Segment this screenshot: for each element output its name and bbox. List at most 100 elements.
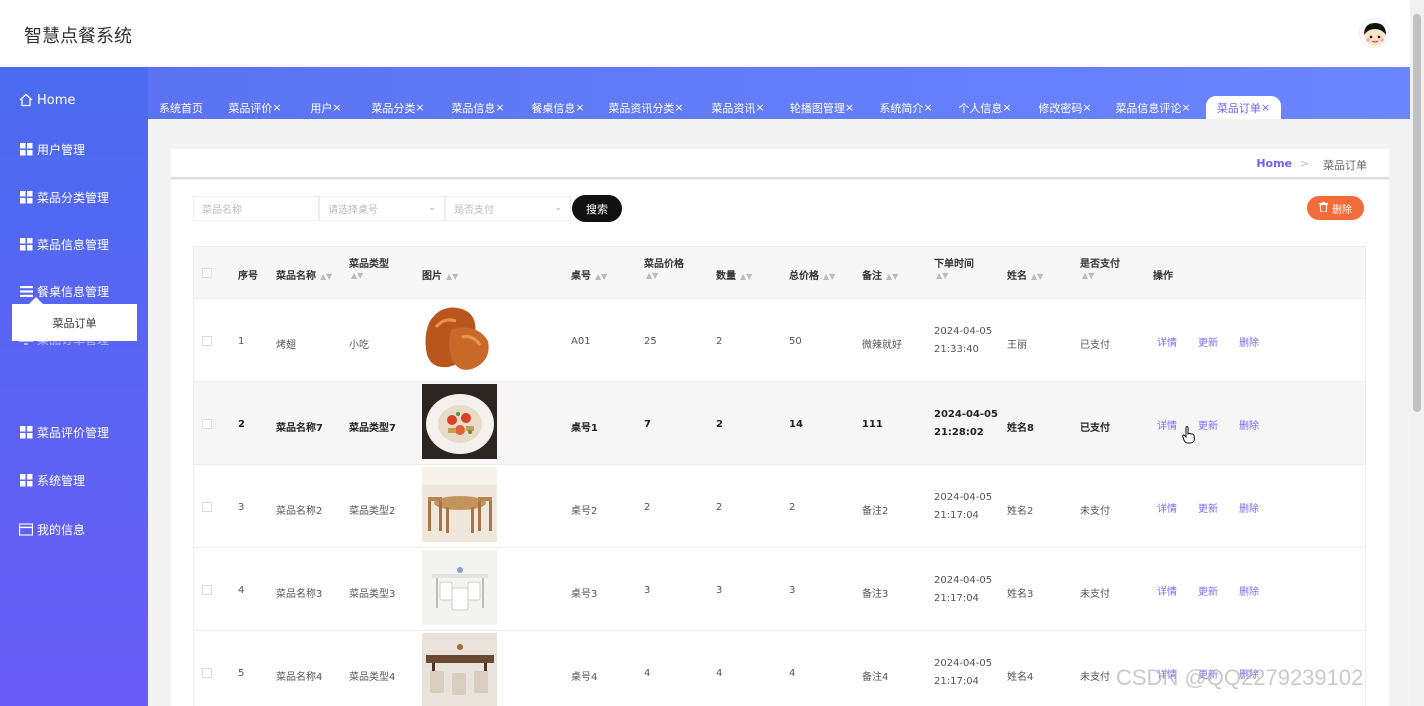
column-header[interactable]: 菜品价格 ▲▼ [644,255,684,281]
breadcrumb: Home > 菜品订单 [171,149,1389,179]
close-icon[interactable]: × [332,101,341,114]
column-header[interactable]: 图片 ▲▼ [422,267,458,282]
table-row[interactable]: 2 菜品名称7 菜品类型7 桌号1 7 2 14 111 2024-04-05 … [194,381,1365,464]
tab-dish-order[interactable]: 菜品订单 × [1206,96,1281,119]
detail-link[interactable]: 详情 [1157,417,1177,432]
bulk-delete-button[interactable]: 删除 [1307,196,1364,220]
select-all-checkbox[interactable] [202,268,212,278]
sidebar-item-table-info[interactable]: 餐桌信息管理 [0,275,148,307]
close-icon[interactable]: × [272,101,281,114]
row-checkbox[interactable] [202,336,212,346]
update-link[interactable]: 更新 [1198,334,1218,349]
column-header[interactable]: 菜品类型 ▲▼ [349,255,389,281]
grid-icon [19,142,33,156]
note: 备注2 [862,506,889,517]
breadcrumb-home[interactable]: Home [1256,157,1292,170]
column-header[interactable]: 下单时间 ▲▼ [934,255,974,281]
table-row[interactable]: 3 菜品名称2 菜品类型2 桌号2 2 2 2 备注2 2024-04-05 2… [194,464,1365,547]
delete-link[interactable]: 删除 [1239,583,1259,598]
sidebar-item-dish-category[interactable]: 菜品分类管理 [0,181,148,213]
close-icon[interactable]: × [923,101,932,114]
row-checkbox[interactable] [202,419,212,429]
table-number: 桌号1 [571,423,598,434]
column-header[interactable]: 数量 ▲▼ [716,267,752,282]
dish-image [422,467,497,542]
search-button[interactable]: 搜索 [572,195,622,222]
tab-dish-info[interactable]: 菜品信息 × [447,96,509,119]
close-icon[interactable]: × [495,101,504,114]
tab-dish-comment[interactable]: 菜品信息评论 × [1115,96,1191,119]
sidebar-item-dish-review[interactable]: 菜品评价管理 [0,416,148,448]
total-price: 3 [789,585,796,596]
page-scrollbar[interactable] [1410,0,1424,706]
tab-system-intro[interactable]: 系统简介 × [877,96,935,119]
scrollbar-thumb[interactable] [1413,14,1421,412]
table-row[interactable]: 4 菜品名称3 菜品类型3 桌号3 3 3 3 备注3 2024-04-05 2… [194,547,1365,630]
grid-icon [19,237,33,251]
order-date: 2024-04-05 [934,658,993,669]
total-price: 50 [789,336,802,347]
table-number: 桌号2 [571,506,598,517]
column-header[interactable]: 桌号 ▲▼ [571,267,607,282]
delete-link[interactable]: 删除 [1239,417,1259,432]
close-icon[interactable]: × [1002,101,1011,114]
row-checkbox[interactable] [202,502,212,512]
close-icon[interactable]: × [415,101,424,114]
update-link[interactable]: 更新 [1198,417,1218,432]
tab-news[interactable]: 菜品资讯 × [707,96,769,119]
detail-link[interactable]: 详情 [1157,334,1177,349]
dish-name: 菜品名称4 [276,672,323,683]
sidebar-item-home[interactable]: Home [0,84,148,116]
dish-name-input[interactable]: 菜品名称 [193,196,319,221]
close-icon[interactable]: × [1181,101,1190,114]
sidebar-item-system[interactable]: 系统管理 [0,464,148,496]
tab-carousel[interactable]: 轮播图管理 × [787,96,857,119]
update-link[interactable]: 更新 [1198,583,1218,598]
table-number-select[interactable]: 请选择桌号 ⌄ [319,196,445,221]
dish-price: 7 [644,419,651,430]
close-icon[interactable]: × [674,101,683,114]
sidebar-item-label: 用户管理 [37,142,86,157]
order-time: 21:33:40 [934,344,979,355]
avatar[interactable] [1359,18,1389,48]
column-header[interactable]: 备注 ▲▼ [862,267,898,282]
paid-status-select[interactable]: 是否支付 ⌄ [445,196,571,221]
tab-news-category[interactable]: 菜品资讯分类 × [607,96,685,119]
detail-link[interactable]: 详情 [1157,500,1177,515]
row-checkbox[interactable] [202,668,212,678]
detail-link[interactable]: 详情 [1157,583,1177,598]
tab-dish-category[interactable]: 菜品分类 × [367,96,429,119]
delete-link[interactable]: 删除 [1239,334,1259,349]
tab-change-password[interactable]: 修改密码 × [1036,96,1094,119]
tab-home[interactable]: 系统首页 [150,96,212,119]
hand-cursor-icon [1182,426,1196,447]
close-icon[interactable]: × [755,101,764,114]
tab-personal-info[interactable]: 个人信息 × [956,96,1014,119]
tab-dish-review[interactable]: 菜品评价 × [224,96,286,119]
order-date: 2024-04-05 [934,326,993,337]
breadcrumb-current: 菜品订单 [1323,159,1367,172]
sidebar-item-dish-info[interactable]: 菜品信息管理 [0,228,148,260]
tab-user[interactable]: 用户 × [307,96,345,119]
total-price: 14 [789,419,803,430]
paid-status: 已支付 [1080,423,1110,434]
column-header[interactable]: 是否支付 ▲▼ [1080,255,1120,281]
sidebar-subitem-dish-order[interactable]: 菜品订单 [12,304,137,341]
sidebar-item-label: 菜品分类管理 [37,190,110,205]
row-checkbox[interactable] [202,585,212,595]
tab-table-info[interactable]: 餐桌信息 × [527,96,589,119]
paid-status: 未支付 [1080,589,1110,600]
note: 111 [862,419,883,430]
close-icon[interactable]: × [575,101,584,114]
sidebar-item-user-management[interactable]: 用户管理 [0,133,148,165]
sidebar-item-my-info[interactable]: 我的信息 [0,513,148,545]
update-link[interactable]: 更新 [1198,500,1218,515]
close-icon[interactable]: × [845,101,854,114]
close-icon[interactable]: × [1082,101,1091,114]
close-icon[interactable]: × [1261,101,1270,114]
column-header[interactable]: 总价格 ▲▼ [789,267,835,282]
column-header[interactable]: 姓名 ▲▼ [1007,267,1043,282]
column-header[interactable]: 菜品名称 ▲▼ [276,267,332,282]
table-row[interactable]: 1 烤翅 小吃 A01 25 2 50 微辣就好 2024-04-05 21:3… [194,298,1365,381]
delete-link[interactable]: 删除 [1239,500,1259,515]
